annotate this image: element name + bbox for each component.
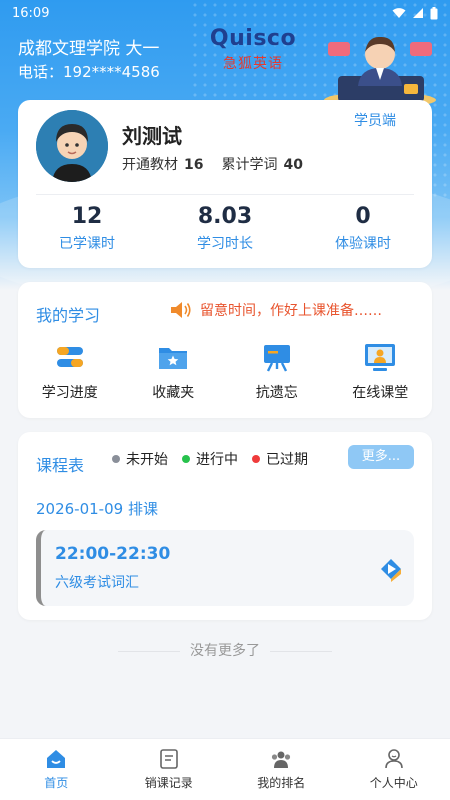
no-more-footer: 没有更多了 bbox=[0, 640, 450, 660]
battery-icon bbox=[430, 6, 438, 19]
status-bar: 16:09 bbox=[0, 0, 450, 26]
feature-label: 在线课堂 bbox=[352, 385, 409, 401]
speaker-icon bbox=[171, 302, 191, 318]
schedule-title: 课程表 bbox=[36, 456, 85, 475]
feature-label: 抗遗忘 bbox=[255, 385, 298, 401]
metrics-row: 12 已学课时 8.03 学习时长 0 体验课时 bbox=[18, 204, 432, 253]
user-stats: 开通教材 16 累计学词 40 bbox=[122, 154, 303, 174]
tab-home[interactable]: 首页 bbox=[0, 739, 113, 800]
metric-label: 体验课时 bbox=[335, 236, 391, 252]
avatar-image bbox=[36, 110, 108, 182]
status-time: 16:09 bbox=[12, 5, 50, 21]
teacher-mascot-illustration bbox=[324, 36, 436, 108]
legend-in-progress: 进行中 bbox=[182, 449, 238, 469]
brand-logo-text: Quisco bbox=[209, 26, 297, 51]
avatar[interactable] bbox=[36, 110, 108, 182]
my-study-card: 我的学习 留意时间，作好上课准备…… 学习进度 收藏夹 抗遗忘 在线课堂 bbox=[18, 282, 432, 418]
review-board-icon bbox=[263, 345, 290, 372]
tab-label: 销课记录 bbox=[144, 776, 193, 790]
metric-label: 学习时长 bbox=[197, 236, 253, 252]
status-icons bbox=[392, 6, 438, 20]
progress-icon bbox=[56, 347, 83, 367]
online-class-icon bbox=[365, 344, 396, 371]
notice-text: 留意时间，作好上课准备…… bbox=[200, 303, 382, 319]
books-label: 开通教材 bbox=[122, 157, 178, 173]
legend-label: 未开始 bbox=[126, 452, 168, 468]
feature-anti-forgetting[interactable]: 抗遗忘 bbox=[225, 340, 329, 402]
books-stat: 开通教材 16 bbox=[122, 154, 203, 174]
legend-expired: 已过期 bbox=[252, 449, 308, 469]
lesson-item[interactable]: 22:00-22:30 六级考试词汇 bbox=[36, 530, 414, 606]
legend-label: 进行中 bbox=[196, 452, 238, 468]
metric-value: 8.03 bbox=[197, 204, 253, 229]
words-count: 40 bbox=[283, 157, 303, 173]
metric-value: 0 bbox=[355, 204, 371, 229]
tab-label: 首页 bbox=[44, 776, 69, 790]
metric-trial-lessons[interactable]: 0 体验课时 bbox=[294, 204, 432, 253]
feature-label: 收藏夹 bbox=[152, 385, 195, 401]
feature-favorites[interactable]: 收藏夹 bbox=[122, 340, 226, 402]
user-name: 刘测试 bbox=[122, 124, 182, 148]
signal-icon bbox=[413, 8, 423, 18]
legend-not-started: 未开始 bbox=[112, 449, 168, 469]
profile-divider bbox=[36, 194, 414, 195]
school-label: 成都文理学院 大一 bbox=[18, 39, 160, 59]
legend-label: 已过期 bbox=[266, 452, 308, 468]
brand-sub-text: 急狐英语 bbox=[223, 56, 283, 72]
my-study-title: 我的学习 bbox=[36, 306, 101, 325]
metric-study-duration[interactable]: 8.03 学习时长 bbox=[156, 204, 294, 253]
phone-label: 电话：192****4586 bbox=[18, 63, 160, 81]
metric-label: 已学课时 bbox=[59, 236, 115, 252]
metric-value: 12 bbox=[71, 204, 103, 229]
tab-label: 我的排名 bbox=[257, 776, 306, 790]
schedule-date: 2026-01-09 排课 bbox=[36, 500, 158, 518]
feature-label: 学习进度 bbox=[41, 385, 98, 401]
home-icon bbox=[47, 750, 66, 768]
record-icon bbox=[159, 749, 178, 769]
lesson-time: 22:00-22:30 bbox=[55, 544, 171, 564]
words-stat: 累计学词 40 bbox=[221, 154, 302, 174]
wifi-icon bbox=[392, 8, 406, 18]
legend-dot bbox=[252, 455, 260, 463]
feature-online-class[interactable]: 在线课堂 bbox=[329, 340, 433, 402]
favorites-folder-icon bbox=[159, 348, 188, 369]
legend-dot bbox=[112, 455, 120, 463]
bottom-tab-bar: 首页 销课记录 我的排名 个人中心 bbox=[0, 738, 450, 800]
tab-records[interactable]: 销课记录 bbox=[113, 739, 226, 800]
brand-logo: Quisco 急狐英语 bbox=[208, 26, 298, 73]
feature-study-progress[interactable]: 学习进度 bbox=[18, 340, 122, 402]
tab-profile[interactable]: 个人中心 bbox=[338, 739, 450, 800]
tab-ranking[interactable]: 我的排名 bbox=[225, 739, 338, 800]
words-label: 累计学词 bbox=[221, 157, 278, 173]
profile-card: 学员端 刘测试 开通教材 16 累计学词 40 12 已学课时 8.03 学习时长 … bbox=[18, 100, 432, 268]
notice-banner: 留意时间，作好上课准备…… bbox=[170, 300, 382, 320]
books-count: 16 bbox=[184, 157, 204, 173]
metric-lessons-learned[interactable]: 12 已学课时 bbox=[18, 204, 156, 253]
ranking-icon bbox=[272, 751, 291, 768]
status-legend: 未开始 进行中 已过期 bbox=[112, 449, 308, 469]
profile-icon bbox=[384, 749, 403, 769]
legend-dot bbox=[182, 455, 190, 463]
tab-label: 个人中心 bbox=[369, 776, 418, 790]
more-button[interactable]: 更多... bbox=[348, 445, 414, 469]
feature-row: 学习进度 收藏夹 抗遗忘 在线课堂 bbox=[18, 340, 432, 402]
play-icon[interactable] bbox=[378, 556, 404, 582]
student-portal-link[interactable]: 学员端 bbox=[354, 110, 396, 130]
schedule-card: 课程表 未开始 进行中 已过期 更多... 2026-01-09 排课 22:0… bbox=[18, 432, 432, 620]
lesson-name: 六级考试词汇 bbox=[55, 575, 139, 591]
